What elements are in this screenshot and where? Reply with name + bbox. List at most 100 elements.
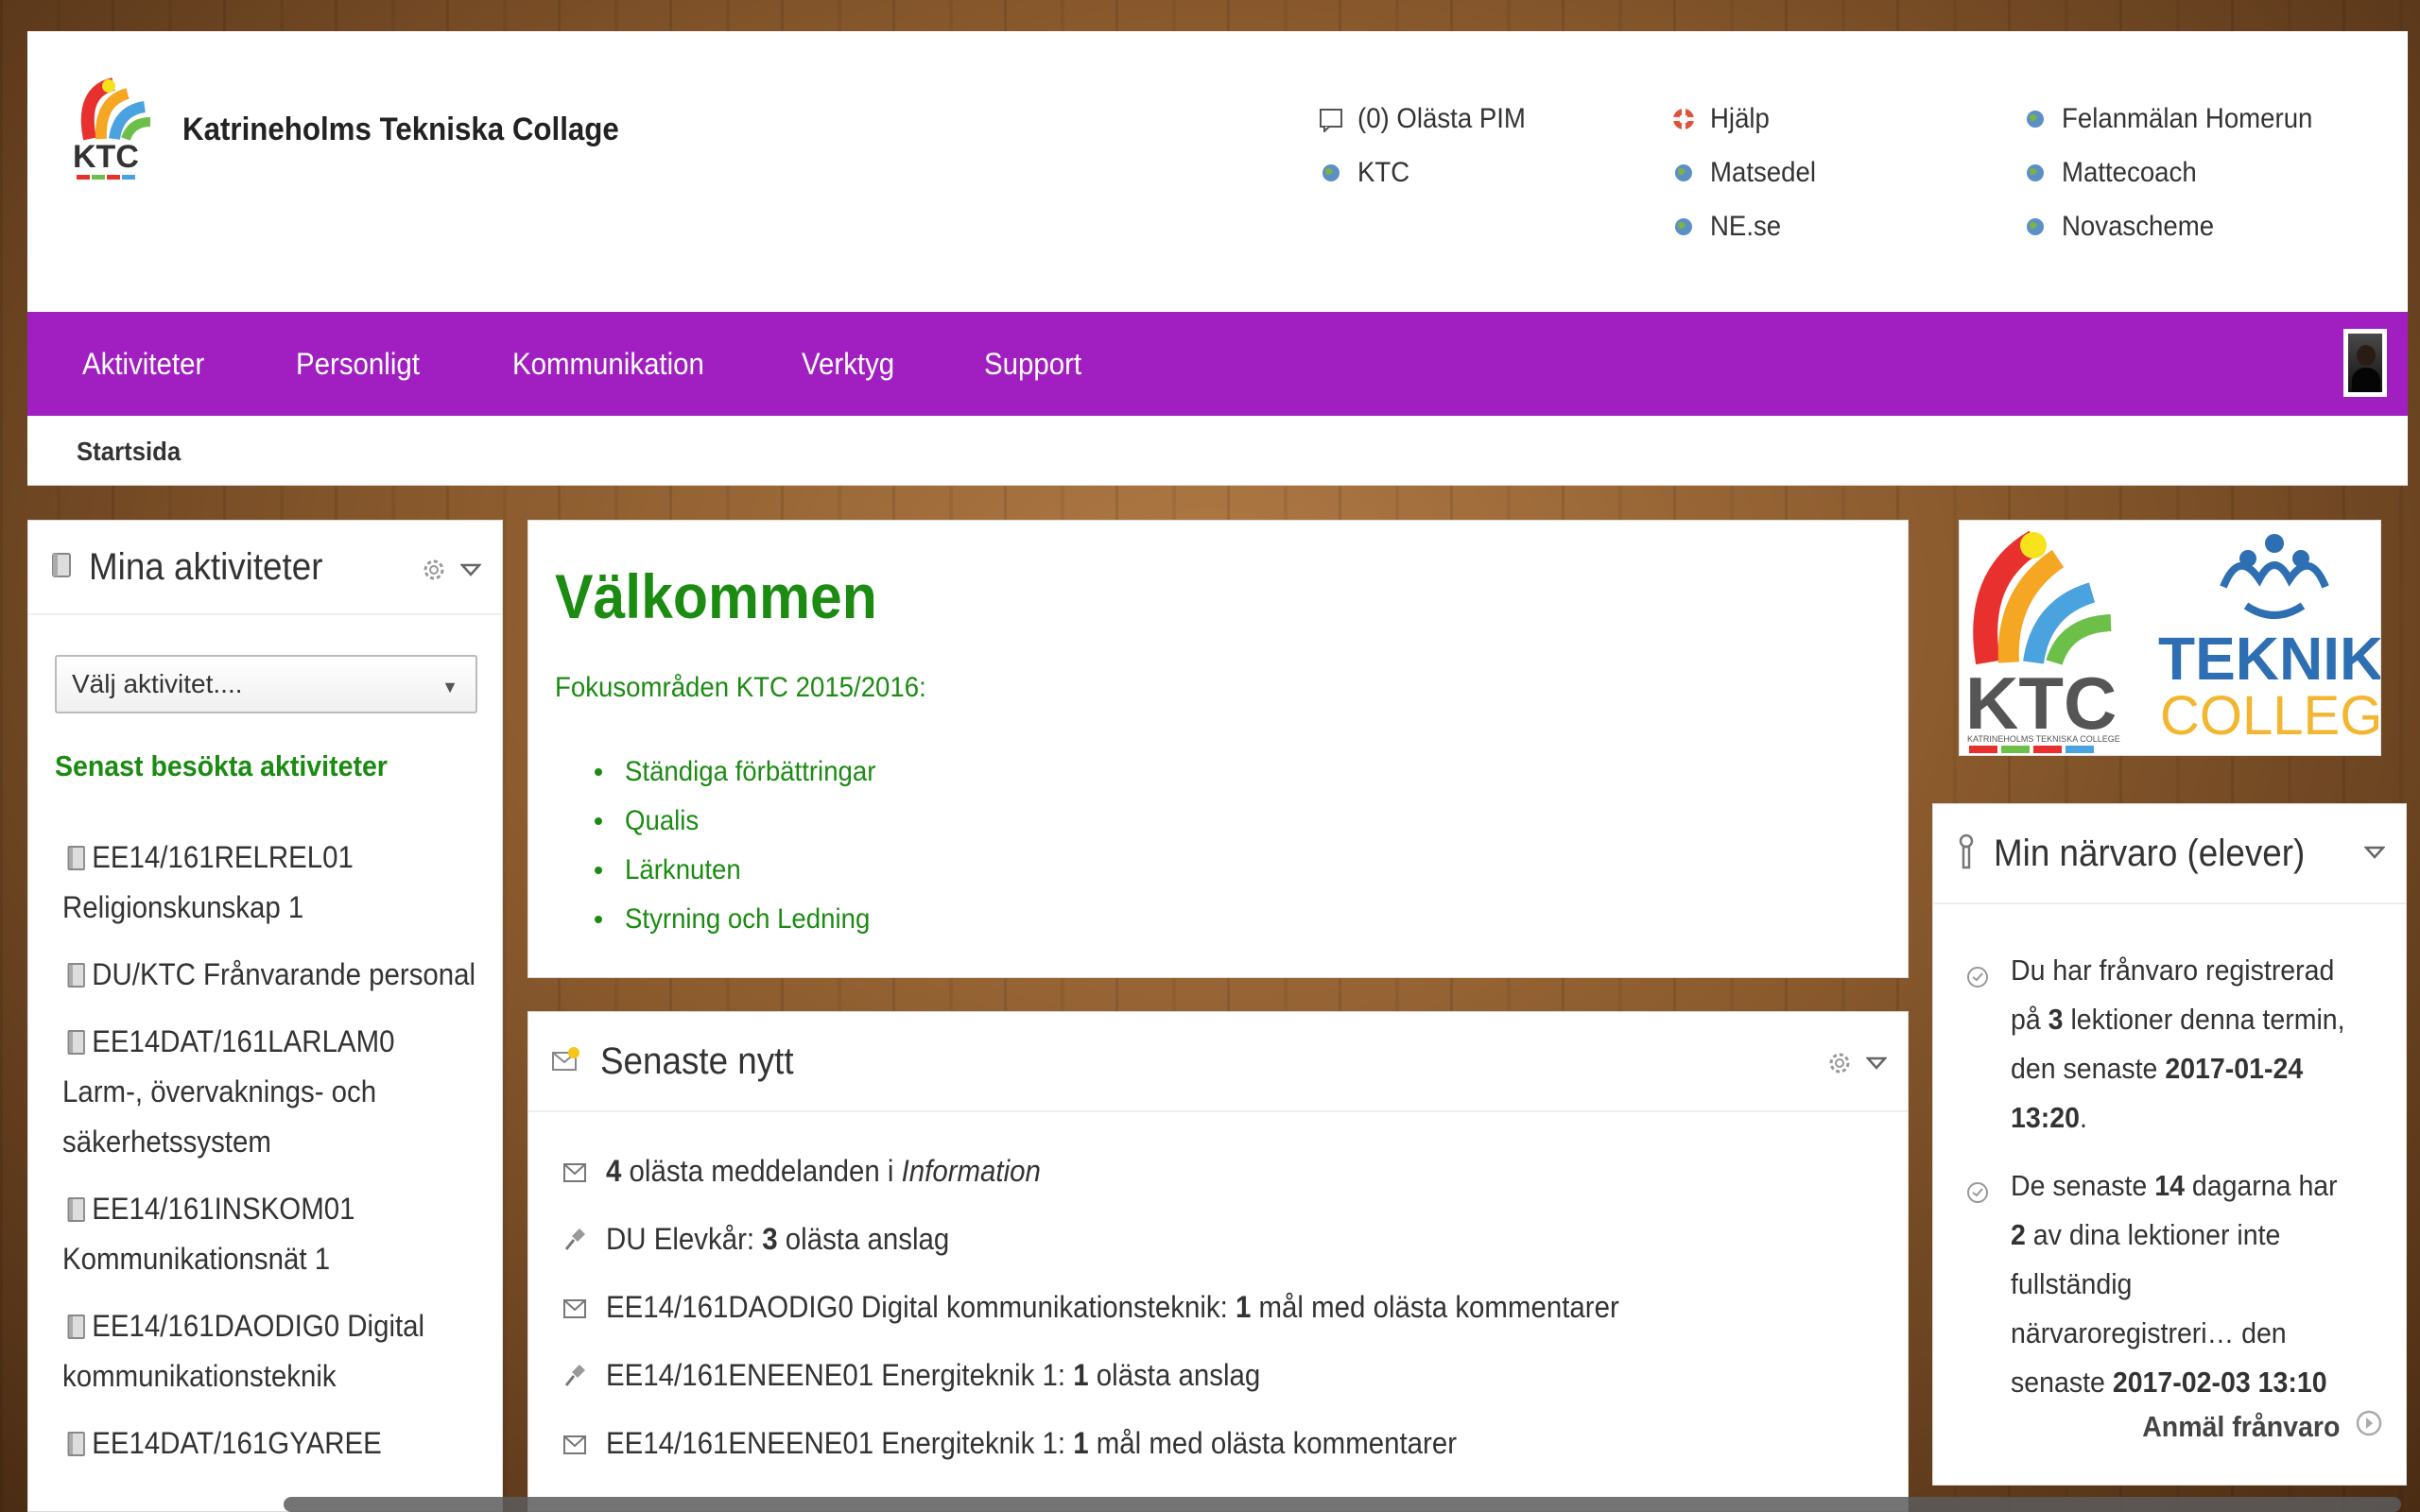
brand-name: Katrineholms Tekniska Collage bbox=[182, 111, 619, 147]
link-ktc[interactable]: KTC bbox=[1318, 146, 1540, 199]
focus-label: Fokusområden KTC 2015/2016: bbox=[555, 672, 926, 703]
breadcrumb-bar: Startsida bbox=[27, 416, 2408, 486]
block-title: Senaste nytt bbox=[600, 1040, 794, 1082]
envelope-icon bbox=[562, 1156, 589, 1191]
link-label: Matsedel bbox=[1710, 156, 1816, 188]
focus-item: Lärknuten bbox=[595, 846, 898, 895]
pin-icon bbox=[562, 1360, 589, 1395]
avatar[interactable] bbox=[2343, 329, 2387, 397]
attendance-body: Du har frånvaro registrerad på 3 lektion… bbox=[1965, 946, 2381, 1426]
link-label: Mattecoach bbox=[2062, 156, 2197, 188]
svg-text:COLLEGE: COLLEGE bbox=[2160, 685, 2380, 747]
activity-link[interactable]: EE14/161RELREL01 Religionskunskap 1 bbox=[62, 833, 478, 933]
header-links-col2: Hjälp Matsedel NE.se bbox=[1670, 92, 1825, 253]
site-header: KTC Katrineholms Tekniska Collage (0) Ol… bbox=[27, 31, 2408, 312]
globe-icon bbox=[1318, 163, 1344, 183]
nav-item-aktiviteter[interactable]: Aktiviteter bbox=[82, 347, 204, 382]
brand[interactable]: KTC Katrineholms Tekniska Collage bbox=[71, 73, 657, 186]
logo-image: KTC KATRINEHOLMS TEKNISKA COLLEGE TEKNIK… bbox=[1965, 530, 2419, 753]
globe-icon bbox=[2022, 109, 2048, 129]
report-absence-label: Anmäl frånvaro bbox=[2141, 1410, 2340, 1443]
collapse-icon[interactable] bbox=[459, 563, 482, 581]
news-item[interactable]: EE14/161ENEENE01 Energiteknik 1: 1 mål m… bbox=[562, 1426, 1707, 1494]
recent-activities-heading: Senast besökta aktiviteter bbox=[55, 749, 388, 782]
nav-item-personligt[interactable]: Personligt bbox=[296, 347, 420, 382]
block-title: Min närvaro (elever) bbox=[1994, 832, 2306, 874]
link-label: Felanmälan Homerun bbox=[2062, 102, 2313, 134]
registration-summary: De senaste 14 dagarna har 2 av dina lekt… bbox=[1965, 1161, 2381, 1407]
globe-icon bbox=[1670, 163, 1697, 183]
activity-link[interactable]: EE14DAT/161GYAREE bbox=[62, 1418, 478, 1469]
gear-icon[interactable] bbox=[421, 557, 447, 588]
envelope-icon bbox=[562, 1292, 589, 1327]
activity-label: EE14/161INSKOM01 Kommunikationsnät 1 bbox=[62, 1192, 355, 1276]
book-icon bbox=[67, 963, 85, 988]
nav-item-support[interactable]: Support bbox=[984, 347, 1081, 382]
link-label: KTC bbox=[1357, 156, 1410, 188]
news-item[interactable]: EE14/161ENEENE01 Energiteknik 1: 1 oläst… bbox=[562, 1358, 1707, 1426]
globe-icon bbox=[2022, 163, 2048, 183]
horizontal-scrollbar[interactable] bbox=[284, 1497, 2401, 1512]
message-icon bbox=[1318, 106, 1344, 132]
news-block: Senaste nytt 4 olästa meddelanden i Info… bbox=[527, 1011, 1909, 1512]
arrow-right-icon bbox=[2355, 1409, 2383, 1445]
link-unread-pim[interactable]: (0) Olästa PIM bbox=[1318, 92, 1540, 146]
activity-label: EE14/161RELREL01 Religionskunskap 1 bbox=[62, 840, 354, 924]
activity-label: DU/KTC Frånvarande personal bbox=[92, 957, 476, 991]
activity-link[interactable]: EE14/161DAODIG0 Digital kommunikationste… bbox=[62, 1301, 478, 1401]
svg-text:KATRINEHOLMS TEKNISKA COLLEGE: KATRINEHOLMS TEKNISKA COLLEGE bbox=[1967, 734, 2120, 744]
header-links-col1: (0) Olästa PIM KTC bbox=[1318, 92, 1540, 199]
nav-item-kommunikation[interactable]: Kommunikation bbox=[512, 347, 704, 382]
main-nav: Aktiviteter Personligt Kommunikation Ver… bbox=[27, 312, 2408, 416]
book-icon bbox=[67, 1432, 85, 1456]
news-item[interactable]: 4 olästa meddelanden i Information bbox=[562, 1154, 1707, 1222]
book-icon bbox=[51, 552, 72, 583]
link-label: Novascheme bbox=[2062, 210, 2215, 242]
svg-text:KTC: KTC bbox=[73, 139, 139, 175]
svg-text:TEKNIK: TEKNIK bbox=[2158, 625, 2380, 693]
activity-label: EE14/161DAODIG0 Digital kommunikationste… bbox=[62, 1309, 425, 1393]
link-matsedel[interactable]: Matsedel bbox=[1670, 146, 1825, 199]
activity-link[interactable]: EE14DAT/161LARLAM0 Larm-, övervaknings- … bbox=[62, 1017, 478, 1167]
news-icon bbox=[551, 1045, 581, 1078]
clock-icon bbox=[1965, 1171, 1994, 1407]
activity-link[interactable]: EE14/161INSKOM01 Kommunikationsnät 1 bbox=[62, 1184, 478, 1284]
welcome-title: Välkommen bbox=[555, 561, 877, 631]
focus-list: Ständiga förbättringar Qualis Lärknuten … bbox=[595, 747, 898, 944]
book-icon bbox=[67, 1314, 85, 1339]
attendance-block: Min närvaro (elever) Du har frånvaro reg… bbox=[1932, 803, 2407, 1486]
wrench-icon bbox=[1956, 833, 1977, 874]
globe-icon bbox=[2022, 216, 2048, 237]
news-item[interactable]: EE14/161DAODIG0 Digital kommunikationste… bbox=[562, 1290, 1707, 1358]
recent-activities-list: EE14/161RELREL01 Religionskunskap 1 DU/K… bbox=[62, 833, 478, 1486]
link-label: Hjälp bbox=[1710, 102, 1770, 134]
my-activities-block: Mina aktiviteter Välj aktivitet.... ▼ Se… bbox=[27, 520, 503, 1512]
book-icon bbox=[67, 846, 85, 870]
report-absence-link[interactable]: Anmäl frånvaro bbox=[2125, 1409, 2383, 1445]
collapse-icon[interactable] bbox=[1865, 1057, 1888, 1074]
header-links-col3: Felanmälan Homerun Mattecoach Novascheme bbox=[2022, 92, 2334, 253]
link-ne[interactable]: NE.se bbox=[1670, 199, 1825, 253]
globe-icon bbox=[1670, 216, 1697, 237]
activity-link[interactable]: DU/KTC Frånvarande personal bbox=[62, 950, 478, 1000]
link-help[interactable]: Hjälp bbox=[1670, 92, 1825, 146]
focus-item: Styrning och Ledning bbox=[595, 895, 898, 944]
focus-item: Qualis bbox=[595, 797, 898, 846]
breadcrumb-startsida[interactable]: Startsida bbox=[77, 437, 181, 467]
book-icon bbox=[67, 1030, 85, 1055]
select-value: Välj aktivitet.... bbox=[72, 669, 243, 698]
link-mattecoach[interactable]: Mattecoach bbox=[2022, 146, 2334, 199]
link-label: (0) Olästa PIM bbox=[1357, 102, 1526, 134]
news-item[interactable]: DU Elevkår: 3 olästa anslag bbox=[562, 1222, 1707, 1290]
activity-select[interactable]: Välj aktivitet.... ▼ bbox=[55, 655, 477, 713]
activity-label: EE14DAT/161GYAREE bbox=[92, 1426, 382, 1460]
gear-icon[interactable] bbox=[1826, 1050, 1853, 1081]
chevron-down-icon: ▼ bbox=[441, 678, 458, 696]
link-felanmalan[interactable]: Felanmälan Homerun bbox=[2022, 92, 2334, 146]
svg-text:KTC: KTC bbox=[1965, 662, 2117, 745]
collapse-icon[interactable] bbox=[2363, 846, 2386, 864]
focus-item: Ständiga förbättringar bbox=[595, 747, 898, 797]
nav-item-verktyg[interactable]: Verktyg bbox=[802, 347, 894, 382]
ktc-logo-icon: KTC bbox=[73, 77, 151, 180]
link-novascheme[interactable]: Novascheme bbox=[2022, 199, 2334, 253]
